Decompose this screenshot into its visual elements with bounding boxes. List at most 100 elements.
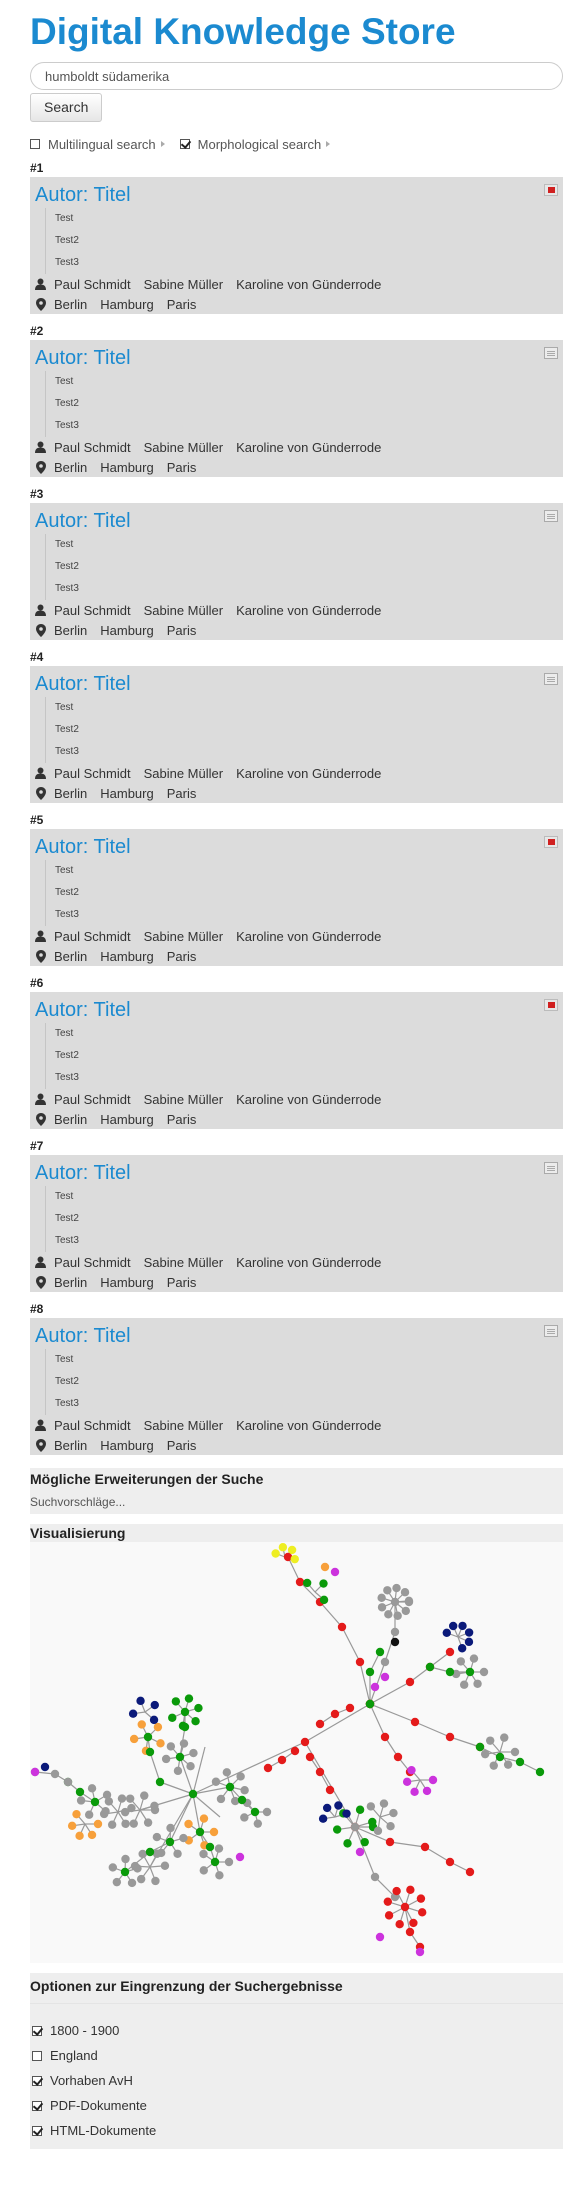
search-input[interactable]: humboldt südamerika [30, 62, 563, 90]
filter-option[interactable]: Vorhaben AvH [30, 2068, 563, 2093]
multilingual-option[interactable]: Multilingual search [30, 137, 165, 152]
graph-node[interactable] [392, 1887, 400, 1895]
place-link[interactable]: Paris [167, 949, 197, 964]
filter-checkbox[interactable] [32, 2026, 42, 2036]
graph-node[interactable] [504, 1760, 512, 1768]
graph-node[interactable] [466, 1668, 474, 1676]
graph-node[interactable] [406, 1678, 414, 1686]
graph-node[interactable] [371, 1683, 379, 1691]
person-link[interactable]: Sabine Müller [144, 440, 224, 455]
graph-node[interactable] [367, 1802, 375, 1810]
graph-node[interactable] [140, 1791, 148, 1799]
graph-node[interactable] [168, 1714, 176, 1722]
graph-node[interactable] [380, 1799, 388, 1807]
graph-node[interactable] [72, 1810, 80, 1818]
graph-node[interactable] [351, 1823, 359, 1831]
graph-node[interactable] [376, 1933, 384, 1941]
person-link[interactable]: Paul Schmidt [54, 766, 131, 781]
graph-node[interactable] [323, 1804, 331, 1812]
graph-node[interactable] [291, 1747, 299, 1755]
person-link[interactable]: Sabine Müller [144, 766, 224, 781]
graph-node[interactable] [184, 1820, 192, 1828]
graph-node[interactable] [391, 1598, 399, 1606]
graph-node[interactable] [381, 1658, 389, 1666]
html-icon[interactable] [544, 1325, 558, 1337]
graph-node[interactable] [146, 1748, 154, 1756]
place-link[interactable]: Berlin [54, 949, 87, 964]
place-link[interactable]: Berlin [54, 1275, 87, 1290]
graph-node[interactable] [368, 1818, 376, 1826]
pdf-icon[interactable] [544, 999, 558, 1011]
graph-node[interactable] [407, 1766, 415, 1774]
graph-node[interactable] [51, 1770, 59, 1778]
graph-node[interactable] [144, 1818, 152, 1826]
filter-checkbox[interactable] [32, 2051, 42, 2061]
result-title[interactable]: Autor: Titel [35, 829, 563, 860]
person-link[interactable]: Sabine Müller [144, 277, 224, 292]
person-link[interactable]: Paul Schmidt [54, 1418, 131, 1433]
graph-node[interactable] [356, 1806, 364, 1814]
graph-node[interactable] [389, 1809, 397, 1817]
graph-node[interactable] [186, 1762, 194, 1770]
graph-node[interactable] [384, 1897, 392, 1905]
person-link[interactable]: Sabine Müller [144, 929, 224, 944]
graph-node[interactable] [406, 1928, 414, 1936]
graph-node[interactable] [166, 1824, 174, 1832]
graph-node[interactable] [223, 1768, 231, 1776]
graph-node[interactable] [366, 1700, 374, 1708]
graph-node[interactable] [167, 1742, 175, 1750]
person-link[interactable]: Karoline von Günderrode [236, 440, 381, 455]
person-link[interactable]: Sabine Müller [144, 1255, 224, 1270]
graph-node[interactable] [490, 1761, 498, 1769]
person-link[interactable]: Karoline von Günderrode [236, 1418, 381, 1433]
place-link[interactable]: Hamburg [100, 1438, 153, 1453]
graph-node[interactable] [236, 1772, 244, 1780]
place-link[interactable]: Hamburg [100, 949, 153, 964]
place-link[interactable]: Paris [167, 1275, 197, 1290]
graph-node[interactable] [333, 1825, 341, 1833]
place-link[interactable]: Hamburg [100, 786, 153, 801]
graph-node[interactable] [176, 1753, 184, 1761]
graph-node[interactable] [91, 1798, 99, 1806]
person-link[interactable]: Paul Schmidt [54, 603, 131, 618]
graph-node[interactable] [288, 1546, 296, 1554]
graph-node[interactable] [319, 1579, 327, 1587]
filter-option[interactable]: England [30, 2043, 563, 2068]
graph-node[interactable] [200, 1814, 208, 1822]
graph-node[interactable] [118, 1794, 126, 1802]
graph-node[interactable] [500, 1733, 508, 1741]
graph-node[interactable] [481, 1750, 489, 1758]
graph-node[interactable] [460, 1681, 468, 1689]
morphological-checkbox[interactable] [180, 139, 190, 149]
filter-option[interactable]: HTML-Dokumente [30, 2118, 563, 2143]
graph-node[interactable] [64, 1778, 72, 1786]
graph-node[interactable] [136, 1697, 144, 1705]
graph-node[interactable] [278, 1756, 286, 1764]
graph-node[interactable] [356, 1848, 364, 1856]
filter-checkbox[interactable] [32, 2101, 42, 2111]
graph-node[interactable] [76, 1788, 84, 1796]
graph-node[interactable] [121, 1820, 129, 1828]
graph-node[interactable] [128, 1879, 136, 1887]
graph-node[interactable] [403, 1778, 411, 1786]
place-link[interactable]: Hamburg [100, 1275, 153, 1290]
graph-node[interactable] [316, 1768, 324, 1776]
graph-node[interactable] [296, 1578, 304, 1586]
html-icon[interactable] [544, 347, 558, 359]
graph-node[interactable] [429, 1776, 437, 1784]
graph-node[interactable] [381, 1733, 389, 1741]
graph-node[interactable] [458, 1622, 466, 1630]
graph-node[interactable] [343, 1839, 351, 1847]
graph-node[interactable] [421, 1843, 429, 1851]
filter-option[interactable]: 1800 - 1900 [30, 2018, 563, 2043]
person-link[interactable]: Sabine Müller [144, 1092, 224, 1107]
graph-node[interactable] [251, 1808, 259, 1816]
graph-node[interactable] [108, 1821, 116, 1829]
graph-node[interactable] [449, 1622, 457, 1630]
graph-node[interactable] [291, 1555, 299, 1563]
graph-node[interactable] [151, 1701, 159, 1709]
graph-node[interactable] [381, 1673, 389, 1681]
graph-node[interactable] [77, 1796, 85, 1804]
place-link[interactable]: Berlin [54, 1438, 87, 1453]
graph-node[interactable] [103, 1791, 111, 1799]
